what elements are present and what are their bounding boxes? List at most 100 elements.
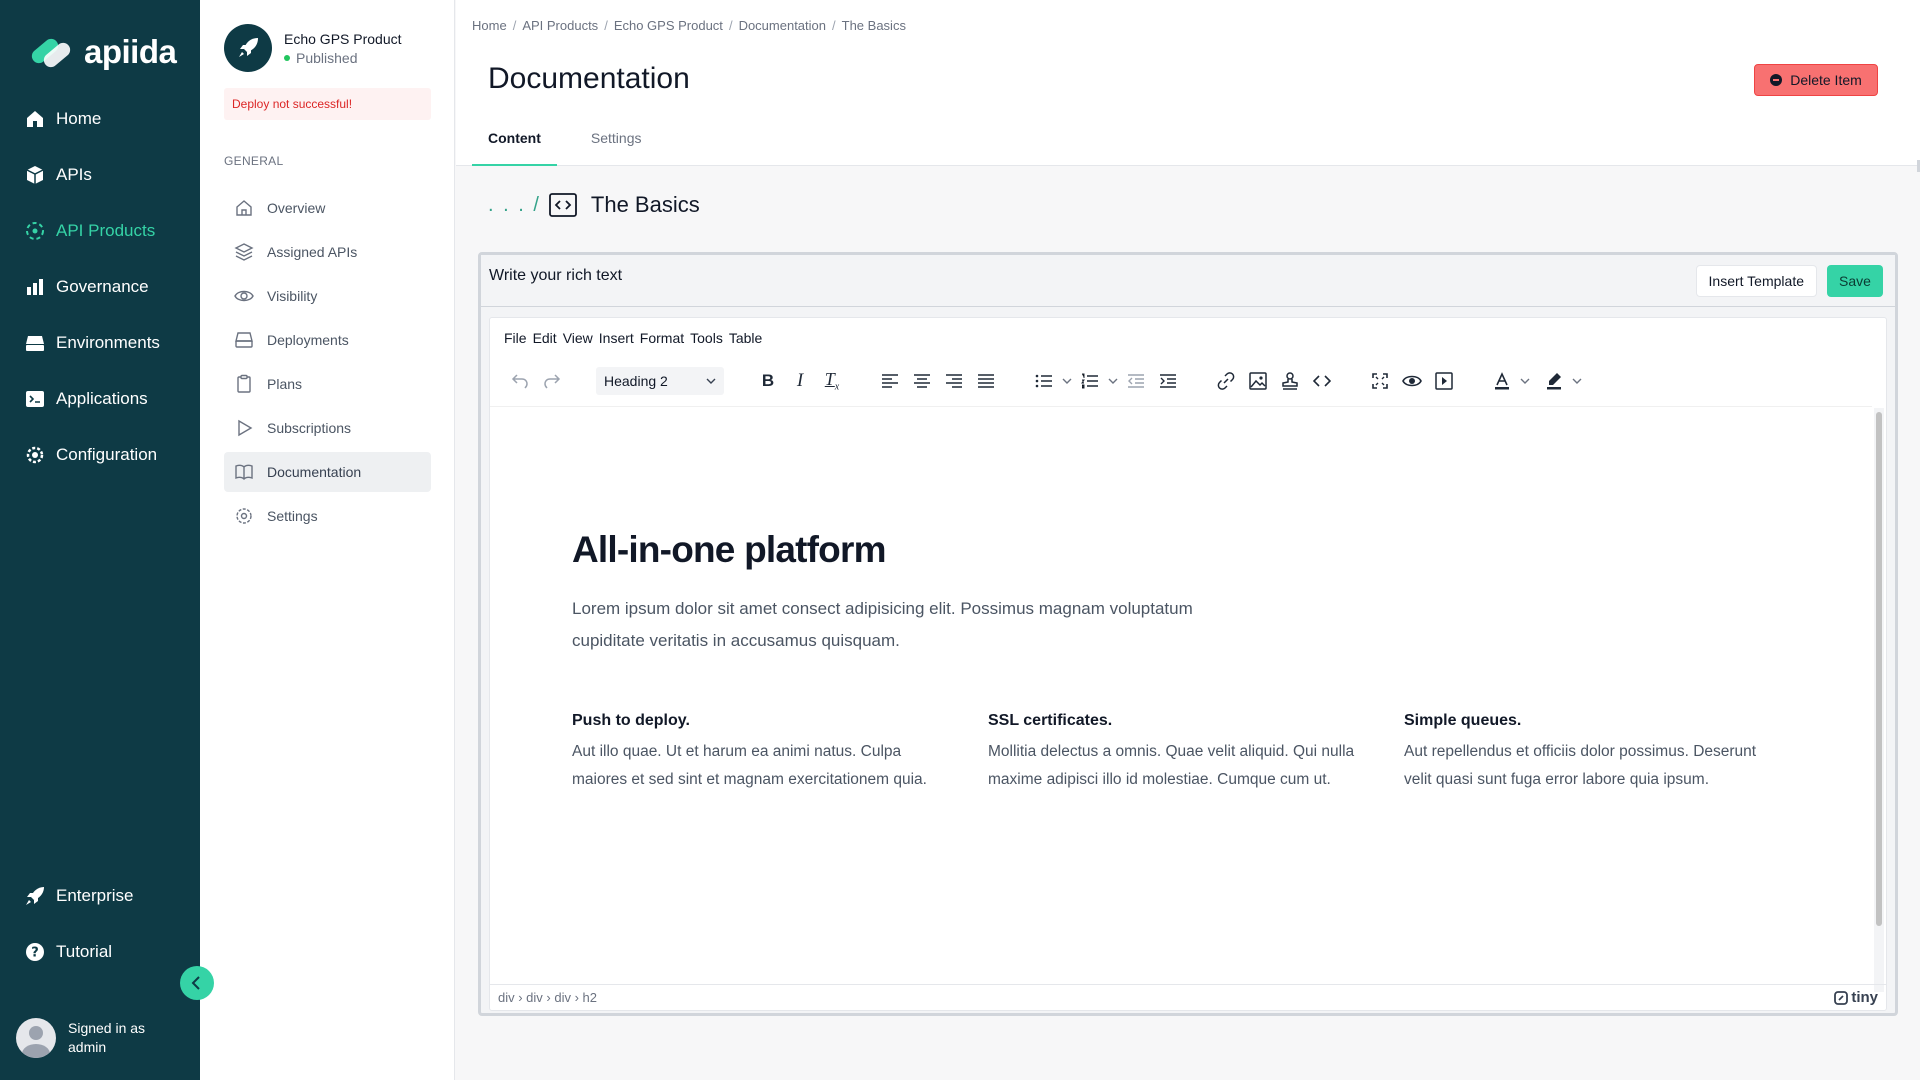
menu-view[interactable]: View bbox=[563, 330, 593, 346]
product-name: Echo GPS Product bbox=[284, 30, 402, 47]
rocket-icon bbox=[24, 885, 46, 907]
menu-file[interactable]: File bbox=[504, 330, 527, 346]
apiida-logo[interactable]: apiida bbox=[28, 30, 177, 74]
numbered-list-button[interactable] bbox=[1074, 365, 1106, 397]
main-sidebar: apiida Home APIs API Products Governance… bbox=[0, 0, 200, 1080]
undo-button[interactable] bbox=[504, 365, 536, 397]
feature-block[interactable]: Simple queues. Aut repellendus et offici… bbox=[1404, 712, 1784, 794]
block-format-select[interactable]: Heading 2 bbox=[596, 367, 724, 395]
text-color-button[interactable] bbox=[1486, 365, 1518, 397]
tab-content[interactable]: Content bbox=[472, 126, 557, 166]
nav-configuration-label: Configuration bbox=[56, 445, 158, 464]
menu-format[interactable]: Format bbox=[640, 330, 684, 346]
product-header: Echo GPS Product Published bbox=[224, 24, 402, 72]
nav-api-products-label: API Products bbox=[56, 221, 156, 240]
nav-enterprise-label: Enterprise bbox=[56, 886, 134, 905]
element-path[interactable]: div › div › div › h2 bbox=[498, 990, 597, 1005]
editor-toolbar: Heading 2 B I Tx bbox=[504, 364, 1584, 398]
media-button[interactable] bbox=[1428, 365, 1460, 397]
subnav-item-settings[interactable]: Settings bbox=[224, 496, 431, 536]
feature-title: Simple queues. bbox=[1404, 712, 1522, 729]
nav-configuration[interactable]: Configuration bbox=[24, 444, 157, 466]
align-right-button[interactable] bbox=[938, 365, 970, 397]
menu-edit[interactable]: Edit bbox=[533, 330, 557, 346]
doc-intro[interactable]: Lorem ipsum dolor sit amet consect adipi… bbox=[572, 593, 1262, 657]
outdent-button[interactable] bbox=[1120, 365, 1152, 397]
question-icon: ? bbox=[24, 941, 46, 963]
clear-format-button[interactable]: Tx bbox=[816, 365, 848, 397]
feature-title: SSL certificates. bbox=[988, 712, 1113, 729]
nav-governance[interactable]: Governance bbox=[24, 276, 149, 298]
nav-applications[interactable]: Applications bbox=[24, 388, 148, 410]
bullet-list-dropdown[interactable] bbox=[1060, 365, 1074, 397]
stamp-button[interactable] bbox=[1274, 365, 1306, 397]
delete-item-button[interactable]: Delete Item bbox=[1754, 64, 1878, 96]
block-format-value: Heading 2 bbox=[604, 373, 668, 389]
indent-button[interactable] bbox=[1152, 365, 1184, 397]
path-parent-link[interactable]: . . . / bbox=[488, 194, 541, 217]
editor-scrollbar-thumb[interactable] bbox=[1876, 412, 1882, 926]
tab-settings[interactable]: Settings bbox=[556, 126, 658, 166]
nav-tutorial-label: Tutorial bbox=[56, 942, 113, 961]
feature-block[interactable]: SSL certificates. Mollitia delectus a om… bbox=[988, 712, 1368, 794]
subnav-item-plans[interactable]: Plans bbox=[224, 364, 431, 404]
link-button[interactable] bbox=[1210, 365, 1242, 397]
save-button[interactable]: Save bbox=[1827, 265, 1883, 297]
feature-text: Aut illo quae. Ut et harum ea animi natu… bbox=[572, 743, 927, 788]
bullet-list-button[interactable] bbox=[1028, 365, 1060, 397]
insert-template-button[interactable]: Insert Template bbox=[1695, 265, 1817, 297]
breadcrumb-product[interactable]: Echo GPS Product bbox=[614, 18, 723, 33]
panel-header: Write your rich text Insert Template Sav… bbox=[481, 255, 1895, 307]
collapse-sidebar-button[interactable] bbox=[180, 966, 214, 1000]
bullet-list-icon bbox=[1035, 374, 1052, 388]
bold-button[interactable]: B bbox=[752, 365, 784, 397]
breadcrumb-api-products[interactable]: API Products bbox=[522, 18, 598, 33]
subnav-item-assigned-apis[interactable]: Assigned APIs bbox=[224, 232, 431, 272]
menu-insert[interactable]: Insert bbox=[599, 330, 634, 346]
nav-enterprise[interactable]: Enterprise bbox=[24, 885, 133, 907]
align-center-button[interactable] bbox=[906, 365, 938, 397]
nav-apis[interactable]: APIs bbox=[24, 164, 92, 186]
editor-content-area[interactable]: All-in-one platform Lorem ipsum dolor si… bbox=[490, 406, 1872, 986]
breadcrumb-home[interactable]: Home bbox=[472, 18, 507, 33]
subnav-item-deployments[interactable]: Deployments bbox=[224, 320, 431, 360]
tiny-brand[interactable]: tiny bbox=[1834, 989, 1878, 1006]
align-left-icon bbox=[882, 374, 898, 388]
redo-button[interactable] bbox=[536, 365, 568, 397]
rocket-icon bbox=[239, 38, 258, 57]
align-left-button[interactable] bbox=[874, 365, 906, 397]
text-color-dropdown[interactable] bbox=[1518, 365, 1532, 397]
menu-tools[interactable]: Tools bbox=[690, 330, 723, 346]
tiny-logo-icon bbox=[1834, 990, 1849, 1005]
subnav-item-visibility[interactable]: Visibility bbox=[224, 276, 431, 316]
menu-table[interactable]: Table bbox=[729, 330, 762, 346]
italic-button[interactable]: I bbox=[784, 365, 816, 397]
eye-icon bbox=[233, 285, 255, 307]
tiny-brand-label: tiny bbox=[1851, 989, 1878, 1006]
product-status: Published bbox=[284, 50, 402, 66]
doc-heading[interactable]: All-in-one platform bbox=[572, 529, 886, 571]
feature-block[interactable]: Push to deploy. Aut illo quae. Ut et har… bbox=[572, 712, 952, 794]
code-icon bbox=[1313, 375, 1331, 387]
numbered-list-dropdown[interactable] bbox=[1106, 365, 1120, 397]
subnav-item-subscriptions[interactable]: Subscriptions bbox=[224, 408, 431, 448]
source-code-button[interactable] bbox=[1306, 365, 1338, 397]
feature-text: Aut repellendus et officiis dolor possim… bbox=[1404, 743, 1757, 788]
redo-icon bbox=[544, 374, 561, 389]
nav-environments[interactable]: Environments bbox=[24, 332, 160, 354]
image-button[interactable] bbox=[1242, 365, 1274, 397]
fullscreen-button[interactable] bbox=[1364, 365, 1396, 397]
preview-button[interactable] bbox=[1396, 365, 1428, 397]
delete-item-label: Delete Item bbox=[1790, 72, 1862, 88]
subnav-item-documentation[interactable]: Documentation bbox=[224, 452, 431, 492]
justify-button[interactable] bbox=[970, 365, 1002, 397]
highlight-button[interactable] bbox=[1538, 365, 1570, 397]
user-profile[interactable]: Signed in as admin bbox=[16, 1018, 145, 1058]
highlight-dropdown[interactable] bbox=[1570, 365, 1584, 397]
nav-tutorial[interactable]: ? Tutorial bbox=[24, 941, 112, 963]
subnav-item-overview[interactable]: Overview bbox=[224, 188, 431, 228]
nav-api-products[interactable]: API Products bbox=[24, 220, 155, 242]
nav-home[interactable]: Home bbox=[24, 108, 101, 130]
outdent-icon bbox=[1128, 374, 1144, 388]
breadcrumb-documentation[interactable]: Documentation bbox=[739, 18, 826, 33]
